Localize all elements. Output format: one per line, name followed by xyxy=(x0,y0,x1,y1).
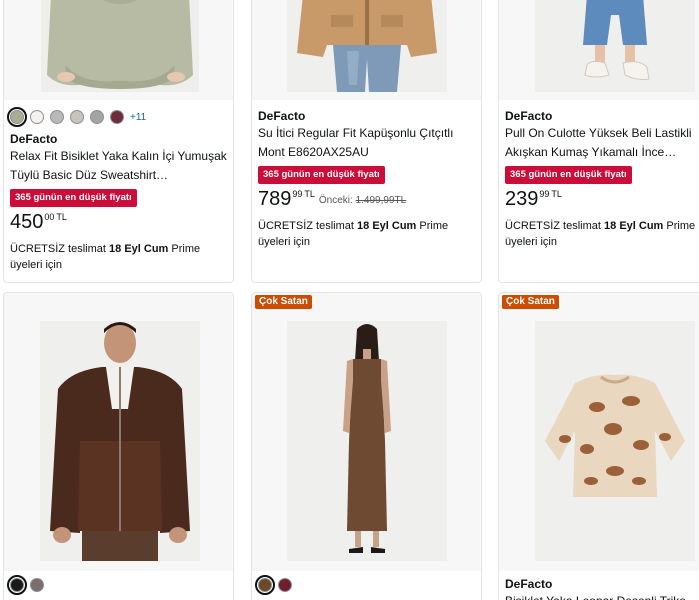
color-swatch[interactable] xyxy=(70,110,84,124)
product-card-leopard-sweater[interactable]: Çok Satan DeFacto Bisiklet Yaka Leopar D… xyxy=(498,292,699,600)
product-info: DeFacto Su İtici Regular Fit Kapüşonlu Ç… xyxy=(258,108,475,250)
price[interactable]: 789 99 TL Önceki: 1.499,99TL xyxy=(258,188,475,210)
lowest-price-badge: 365 günün en düşük fiyatı xyxy=(258,166,385,184)
lowest-price-badge: 365 günün en düşük fiyatı xyxy=(10,189,137,207)
delivery-date: 18 Eyl Cum xyxy=(109,243,169,255)
product-card-dress[interactable]: Çok Satan xyxy=(251,292,482,600)
product-title-link[interactable]: Relax Fit Bisiklet Yaka Kalın İçi Yumuşa… xyxy=(10,147,227,185)
color-swatches xyxy=(7,575,44,595)
price-currency: TL xyxy=(304,189,315,199)
previous-price-value: 1.499,99TL xyxy=(355,195,407,206)
price-fraction: 99 xyxy=(539,189,550,199)
product-title-link[interactable]: Pull On Culotte Yüksek Beli Lastikli Akı… xyxy=(505,124,699,162)
brand-name: DeFacto xyxy=(258,109,306,123)
color-swatch[interactable] xyxy=(30,110,44,124)
product-photo[interactable] xyxy=(287,321,447,561)
color-swatch[interactable] xyxy=(50,110,64,124)
product-photo[interactable] xyxy=(535,321,695,561)
color-swatch[interactable] xyxy=(7,107,27,127)
product-photo[interactable] xyxy=(287,0,447,92)
product-card-jacket[interactable]: DeFacto Su İtici Regular Fit Kapüşonlu Ç… xyxy=(251,0,482,283)
product-card-cardigan[interactable] xyxy=(3,292,234,600)
color-swatches xyxy=(255,575,292,595)
delivery-info: ÜCRETSİZ teslimat 18 Eyl Cum Prime üyele… xyxy=(10,241,227,273)
price-whole: 789 xyxy=(258,188,292,210)
product-photo[interactable] xyxy=(41,0,199,92)
price-currency: TL xyxy=(56,212,67,222)
product-image-area[interactable] xyxy=(499,293,699,571)
product-card-jeans[interactable]: DeFacto Pull On Culotte Yüksek Beli Last… xyxy=(498,0,699,283)
product-photo[interactable] xyxy=(535,0,695,92)
delivery-prefix: ÜCRETSİZ teslimat xyxy=(258,220,354,232)
color-swatch[interactable] xyxy=(90,110,104,124)
best-seller-badge: Çok Satan xyxy=(255,295,312,309)
price[interactable]: 450 00 TL xyxy=(10,211,227,233)
product-info: DeFacto Pull On Culotte Yüksek Beli Last… xyxy=(505,108,699,250)
price-fraction: 00 xyxy=(44,212,55,222)
product-image-area[interactable] xyxy=(4,293,233,571)
product-photo[interactable] xyxy=(40,321,200,561)
color-swatch[interactable] xyxy=(110,110,124,124)
previous-price: Önceki: 1.499,99TL xyxy=(319,194,406,208)
brand-name: DeFacto xyxy=(505,577,553,591)
product-image-area[interactable] xyxy=(252,293,481,571)
product-image-area[interactable] xyxy=(252,0,481,100)
price-whole: 450 xyxy=(10,211,44,233)
delivery-prefix: ÜCRETSİZ teslimat xyxy=(505,220,601,232)
color-swatch[interactable] xyxy=(30,578,44,592)
color-swatches: +11 xyxy=(7,107,146,127)
price-fraction: 99 xyxy=(292,189,303,199)
price-currency: TL xyxy=(551,189,562,199)
more-colors-link[interactable]: +11 xyxy=(130,112,146,123)
previous-price-label: Önceki: xyxy=(318,195,353,206)
color-swatch[interactable] xyxy=(7,575,27,595)
delivery-info: ÜCRETSİZ teslimat 18 Eyl Cum Prime üyele… xyxy=(258,218,475,250)
best-seller-badge: Çok Satan xyxy=(502,295,559,309)
color-swatch[interactable] xyxy=(278,578,292,592)
lowest-price-badge: 365 günün en düşük fiyatı xyxy=(505,166,632,184)
product-card-sweatshirt[interactable]: +11 DeFacto Relax Fit Bisiklet Yaka Kalı… xyxy=(3,0,234,283)
product-info: DeFacto Relax Fit Bisiklet Yaka Kalın İç… xyxy=(10,131,227,273)
product-image-area[interactable] xyxy=(499,0,699,100)
delivery-date: 18 Eyl Cum xyxy=(357,220,417,232)
brand-name: DeFacto xyxy=(10,132,58,146)
delivery-info: ÜCRETSİZ teslimat 18 Eyl Cum Prime üyele… xyxy=(505,218,699,250)
price[interactable]: 239 99 TL xyxy=(505,188,699,210)
delivery-prefix: ÜCRETSİZ teslimat xyxy=(10,243,106,255)
product-title-link[interactable]: Bisiklet Yaka Leopar Desenli Triko Kazak xyxy=(505,592,699,600)
product-info: DeFacto Bisiklet Yaka Leopar Desenli Tri… xyxy=(505,576,699,600)
color-swatch[interactable] xyxy=(255,575,275,595)
delivery-date: 18 Eyl Cum xyxy=(604,220,664,232)
price-whole: 239 xyxy=(505,188,539,210)
product-title-link[interactable]: Su İtici Regular Fit Kapüşonlu Çıtçıtlı … xyxy=(258,124,475,162)
brand-name: DeFacto xyxy=(505,109,553,123)
product-image-area[interactable] xyxy=(4,0,233,100)
